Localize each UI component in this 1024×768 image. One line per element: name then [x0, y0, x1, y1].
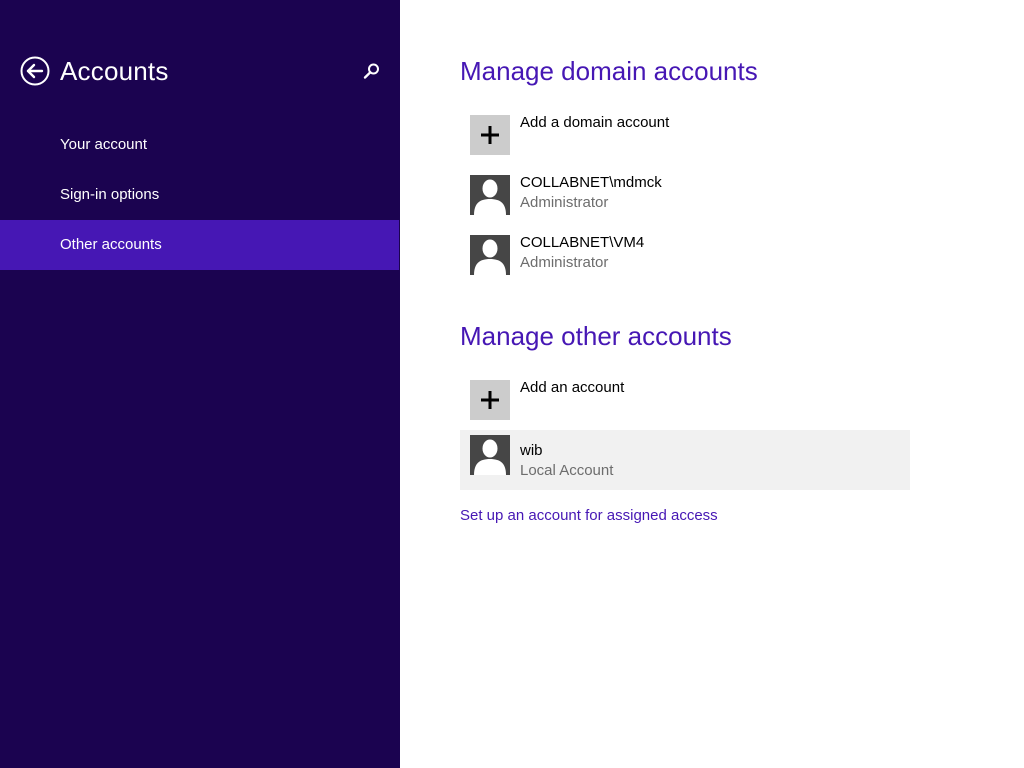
sidebar-item-sign-in-options[interactable]: Sign-in options — [0, 170, 400, 220]
domain-accounts-heading: Manage domain accounts — [460, 56, 758, 86]
account-role: Administrator — [520, 254, 609, 271]
account-name: wib — [520, 442, 543, 459]
local-account-item[interactable]: wib Local Account — [460, 430, 910, 490]
account-role: Administrator — [520, 194, 609, 211]
sidebar-item-other-accounts[interactable]: Other accounts — [0, 220, 399, 270]
domain-account-item[interactable]: COLLABNET\VM4 Administrator — [460, 230, 910, 290]
other-accounts-heading: Manage other accounts — [460, 321, 732, 351]
back-arrow-icon[interactable] — [20, 56, 50, 86]
sidebar-item-your-account[interactable]: Your account — [0, 120, 400, 170]
domain-account-item[interactable]: COLLABNET\mdmck Administrator — [460, 170, 910, 230]
account-name: COLLABNET\VM4 — [520, 234, 645, 251]
add-domain-account-label: Add a domain account — [520, 114, 670, 131]
sidebar-header: Accounts — [20, 54, 382, 88]
user-avatar-icon — [470, 235, 510, 275]
main-content: Manage domain accounts Add a domain acco… — [400, 0, 1024, 768]
assigned-access-link[interactable]: Set up an account for assigned access — [460, 507, 718, 525]
add-account-button[interactable]: Add an account — [460, 375, 910, 435]
add-icon — [470, 115, 510, 155]
settings-app: Accounts Your account Sign-in options Ot… — [0, 0, 1024, 768]
user-avatar-icon — [470, 175, 510, 215]
add-domain-account-button[interactable]: Add a domain account — [460, 110, 910, 170]
sidebar: Accounts Your account Sign-in options Ot… — [0, 0, 400, 768]
sidebar-nav: Your account Sign-in options Other accou… — [0, 120, 400, 270]
account-name: COLLABNET\mdmck — [520, 174, 662, 191]
add-account-label: Add an account — [520, 379, 625, 396]
account-role: Local Account — [520, 462, 614, 479]
add-icon — [470, 380, 510, 420]
page-title: Accounts — [60, 56, 169, 86]
search-icon[interactable] — [362, 61, 382, 81]
user-avatar-icon — [470, 435, 510, 475]
